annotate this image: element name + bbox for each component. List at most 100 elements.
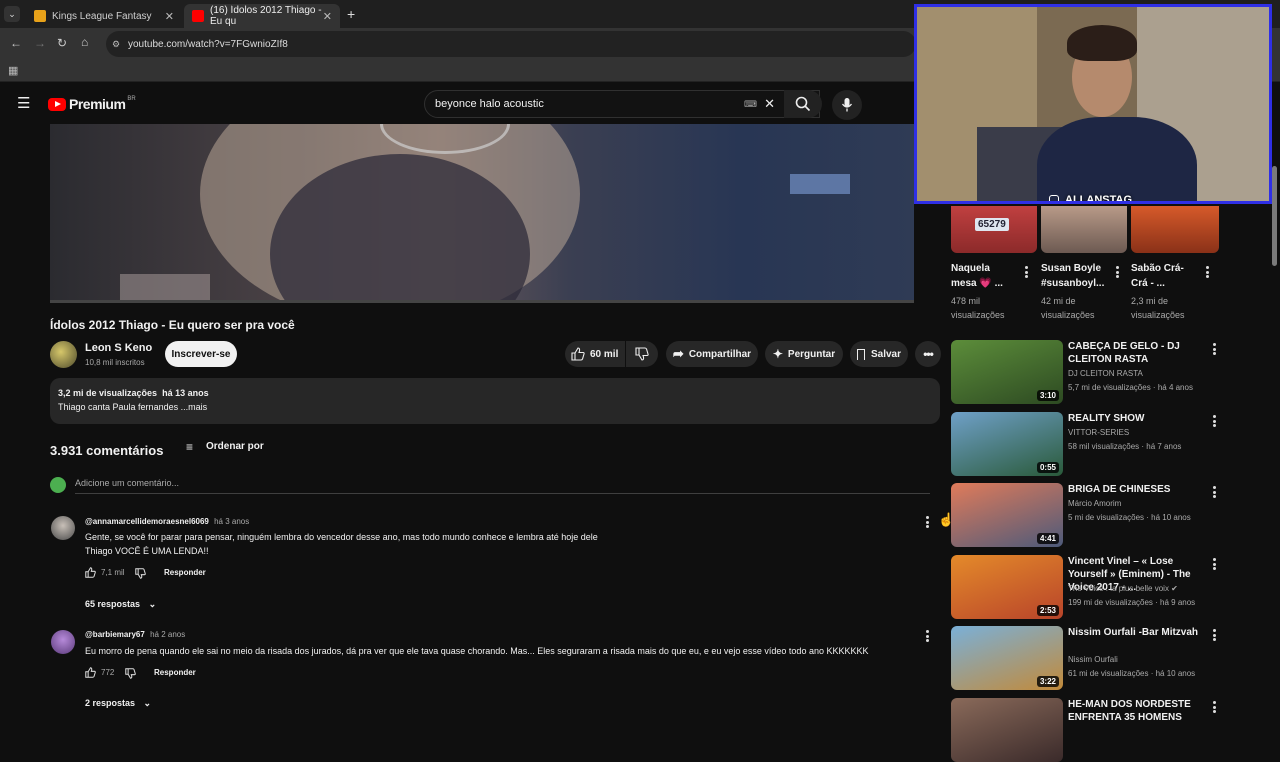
related-video-thumbnail[interactable]: 3:10: [951, 340, 1063, 404]
comment-author-avatar[interactable]: [51, 516, 75, 540]
thumbs-down-icon[interactable]: [135, 568, 146, 579]
more-horizontal-icon: •••: [923, 347, 934, 361]
short-title[interactable]: Sabão Crá- Crá - ...: [1131, 261, 1184, 291]
youtube-logo[interactable]: Premium BR: [48, 96, 136, 112]
video-progress-bar[interactable]: [50, 300, 914, 303]
related-video-menu-icon[interactable]: [1212, 558, 1216, 570]
search-input[interactable]: beyonce halo acoustic ⌨ ✕: [424, 90, 820, 118]
reply-button[interactable]: Responder: [164, 568, 206, 577]
video-duration: 3:22: [1036, 676, 1059, 687]
related-video-thumbnail[interactable]: 0:55: [951, 412, 1063, 476]
channel-name[interactable]: Leon S Keno: [85, 342, 152, 354]
related-video-thumbnail[interactable]: 4:41: [951, 483, 1063, 547]
comment-author[interactable]: @barbiemary67 há 2 anos: [85, 630, 185, 639]
related-video-channel[interactable]: VITTOR-SERIES: [1068, 428, 1129, 437]
upload-age: há 13 anos: [162, 388, 209, 398]
short-title[interactable]: Susan Boyle #susanboyl...: [1041, 261, 1104, 291]
short-thumbnail[interactable]: 65279: [951, 206, 1037, 253]
replies-label: 2 respostas: [85, 698, 136, 708]
tab-kings-league[interactable]: Kings League Fantasy ✕: [26, 4, 182, 28]
reload-icon[interactable]: ↻: [57, 36, 67, 50]
channel-avatar[interactable]: [50, 341, 77, 368]
apps-grid-icon[interactable]: ▦: [8, 64, 18, 77]
ask-button[interactable]: ✦ Perguntar: [765, 341, 843, 367]
more-actions-button[interactable]: •••: [915, 341, 941, 367]
tab-youtube-active[interactable]: (16) Ídolos 2012 Thiago - Eu qu ✕: [184, 4, 340, 28]
search-button[interactable]: [784, 90, 822, 118]
keyboard-icon[interactable]: ⌨: [744, 99, 757, 110]
related-video-title[interactable]: REALITY SHOW: [1068, 412, 1208, 425]
short-menu-icon[interactable]: [1024, 266, 1028, 278]
sort-comments-button[interactable]: ≡ Ordenar por: [186, 441, 264, 453]
description-box[interactable]: 3,2 mi de visualizações há 13 anos Thiag…: [50, 378, 940, 424]
comment-menu-icon[interactable]: [925, 630, 929, 642]
webcam-frame-shape: [1067, 25, 1137, 61]
search-icon: [795, 96, 811, 112]
short-menu-icon[interactable]: [1205, 266, 1209, 278]
save-button[interactable]: Salvar: [850, 341, 908, 367]
short-menu-icon[interactable]: [1115, 266, 1119, 278]
related-video-title[interactable]: CABEÇA DE GELO - DJ CLEITON RASTA: [1068, 340, 1208, 366]
video-player[interactable]: [50, 124, 914, 302]
replies-label: 65 respostas: [85, 599, 141, 609]
comment-time[interactable]: há 3 anos: [214, 517, 249, 526]
view-replies-button[interactable]: 65 respostas ⌄: [85, 599, 156, 610]
related-video-thumbnail[interactable]: [951, 698, 1063, 762]
short-meta: 478 mil visualizações: [951, 294, 1005, 322]
comment-author-name[interactable]: @annamarcellidemoraesnel6069: [85, 517, 209, 526]
back-icon[interactable]: ←: [10, 36, 22, 50]
short-title-line: #susanboyl...: [1041, 278, 1105, 289]
clear-search-icon[interactable]: ✕: [764, 96, 775, 112]
subscribe-button[interactable]: Inscrever-se: [165, 341, 237, 367]
view-replies-button[interactable]: 2 respostas ⌄: [85, 698, 151, 709]
view-count: 3,2 mi de visualizações: [58, 388, 158, 398]
close-tab-icon[interactable]: ✕: [323, 10, 332, 23]
comment-author-name[interactable]: @barbiemary67: [85, 630, 145, 639]
related-video-menu-icon[interactable]: [1212, 629, 1216, 641]
related-video-stats: 61 mi de visualizações · há 10 anos: [1068, 669, 1196, 678]
related-video-channel[interactable]: DJ CLEITON RASTA: [1068, 369, 1143, 378]
subscriber-count: 10,8 mil inscritos: [85, 358, 145, 367]
reply-button[interactable]: Responder: [154, 668, 196, 677]
right-scrollbar[interactable]: [1272, 166, 1277, 266]
related-video-menu-icon[interactable]: [1212, 701, 1216, 713]
share-label: Compartilhar: [688, 348, 752, 360]
related-video-title[interactable]: Nissim Ourfali -Bar Mitzvah: [1068, 626, 1208, 639]
comment-author-avatar[interactable]: [51, 630, 75, 654]
comment-time[interactable]: há 2 anos: [150, 630, 185, 639]
comment-like-button[interactable]: 772: [85, 667, 114, 678]
forward-icon[interactable]: →: [34, 36, 46, 50]
related-video-menu-icon[interactable]: [1212, 415, 1216, 427]
tab-list-chevron-icon[interactable]: ⌄: [4, 6, 20, 22]
thumbs-down-icon: [635, 347, 649, 361]
comment-like-button[interactable]: 7,1 mil: [85, 567, 125, 578]
comment-menu-icon[interactable]: [925, 516, 929, 528]
related-video-channel[interactable]: Márcio Amorim: [1068, 499, 1121, 508]
related-video-channel[interactable]: Nissim Ourfali: [1068, 655, 1118, 664]
site-info-icon[interactable]: ⚙: [112, 39, 120, 50]
comment-author[interactable]: @annamarcellidemoraesnel6069 há 3 anos: [85, 517, 249, 526]
video-duration: 4:41: [1036, 533, 1059, 544]
like-button[interactable]: 60 mil: [565, 341, 625, 367]
short-thumbnail[interactable]: [1041, 206, 1127, 253]
menu-icon[interactable]: ☰: [17, 94, 30, 112]
related-video-channel[interactable]: The Voice : la plus belle voix ✔: [1068, 584, 1178, 593]
dislike-button[interactable]: [626, 341, 658, 367]
url-field[interactable]: ⚙ youtube.com/watch?v=7FGwnioZIf8: [106, 31, 916, 57]
thumbs-down-icon[interactable]: [125, 668, 136, 679]
related-video-title[interactable]: BRIGA DE CHINESES: [1068, 483, 1208, 496]
related-video-menu-icon[interactable]: [1212, 343, 1216, 355]
share-button[interactable]: ➦ Compartilhar: [666, 341, 758, 367]
related-video-thumbnail[interactable]: 2:53: [951, 555, 1063, 619]
add-comment-input[interactable]: Adicione um comentário...: [75, 478, 179, 488]
short-title[interactable]: Naquela mesa 💗 ...: [951, 261, 1003, 291]
voice-search-button[interactable]: [832, 90, 862, 120]
kings-league-favicon-icon: [34, 10, 46, 22]
related-video-title[interactable]: HE-MAN DOS NORDESTE ENFRENTA 35 HOMENS: [1068, 698, 1208, 724]
home-icon[interactable]: ⌂: [81, 35, 88, 49]
related-video-menu-icon[interactable]: [1212, 486, 1216, 498]
new-tab-button[interactable]: +: [347, 6, 355, 22]
related-video-thumbnail[interactable]: 3:22: [951, 626, 1063, 690]
short-thumbnail[interactable]: [1131, 206, 1219, 253]
close-tab-icon[interactable]: ✕: [165, 10, 174, 23]
